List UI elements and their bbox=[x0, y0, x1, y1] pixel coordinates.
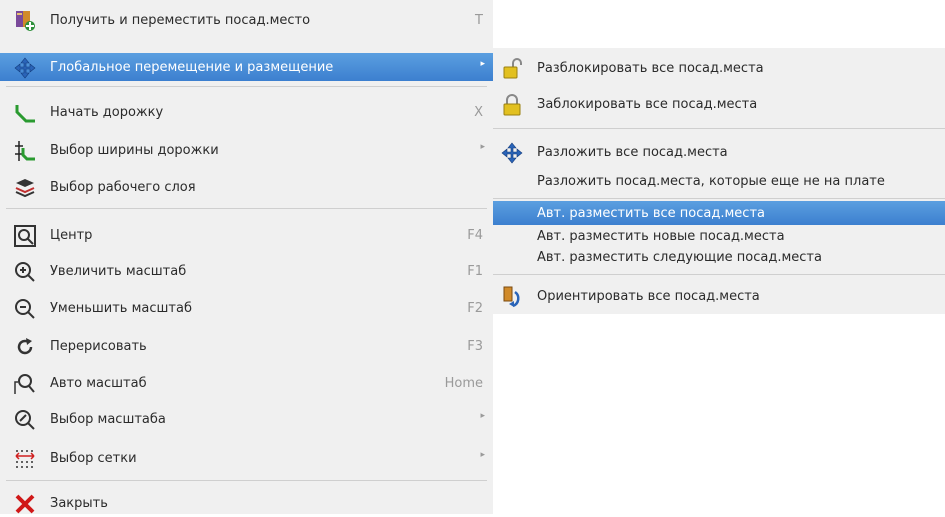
zoom-in-icon bbox=[14, 261, 36, 283]
menu-item-label: Глобальное перемещение и размещение bbox=[50, 60, 334, 75]
menu-item-label: Перерисовать bbox=[50, 339, 147, 354]
redraw-icon bbox=[14, 336, 36, 358]
menu-item-redraw[interactable]: Перерисовать F3 bbox=[0, 332, 493, 360]
orient-icon bbox=[501, 286, 523, 308]
menu-item-start-track[interactable]: Начать дорожку X bbox=[0, 98, 493, 126]
zoom-select-icon bbox=[14, 409, 36, 431]
shortcut-label: F2 bbox=[467, 301, 483, 316]
menu-item-label: Авт. разместить все посад.места bbox=[537, 206, 765, 221]
shortcut-label: F1 bbox=[467, 264, 483, 279]
menu-item-label: Разблокировать все посад.места bbox=[537, 61, 764, 76]
lock-icon bbox=[501, 94, 523, 116]
footprint-move-icon bbox=[14, 10, 36, 32]
submenu-item-unlock-all[interactable]: Разблокировать все посад.места bbox=[493, 54, 945, 82]
menu-item-zoom-out[interactable]: Уменьшить масштаб F2 bbox=[0, 294, 493, 322]
chevron-right-icon: ▸ bbox=[480, 411, 485, 421]
menu-item-label: Заблокировать все посад.места bbox=[537, 97, 758, 112]
move-arrows-icon bbox=[501, 142, 523, 164]
zoom-auto-icon bbox=[14, 373, 36, 395]
menu-item-label: Получить и переместить посад.место bbox=[50, 13, 311, 28]
separator bbox=[493, 128, 945, 129]
chevron-right-icon: ▸ bbox=[480, 142, 485, 152]
submenu-item-lock-all[interactable]: Заблокировать все посад.места bbox=[493, 90, 945, 118]
submenu-item-autoplace-all[interactable]: Авт. разместить все посад.места bbox=[493, 201, 945, 225]
grid-icon bbox=[14, 448, 36, 470]
track-width-icon bbox=[14, 140, 36, 162]
submenu-global-move: Разблокировать все посад.места Заблокиро… bbox=[493, 48, 945, 314]
menu-item-select-layer[interactable]: Выбор рабочего слоя bbox=[0, 173, 493, 201]
shortcut-label: Home bbox=[444, 376, 483, 391]
menu-item-label: Начать дорожку bbox=[50, 105, 164, 120]
menu-item-label: Авт. разместить следующие посад.места bbox=[537, 250, 822, 265]
menu-item-zoom-select[interactable]: Выбор масштаба ▸ bbox=[0, 405, 493, 433]
menu-item-zoom-in[interactable]: Увеличить масштаб F1 bbox=[0, 257, 493, 285]
menu-item-label: Разложить посад.места, которые еще не на… bbox=[537, 174, 885, 189]
separator bbox=[6, 86, 487, 87]
menu-item-label: Уменьшить масштаб bbox=[50, 301, 192, 316]
menu-item-label: Авт. разместить новые посад.места bbox=[537, 229, 785, 244]
unlock-icon bbox=[501, 58, 523, 80]
menu-item-global-move[interactable]: Глобальное перемещение и размещение ▸ bbox=[0, 53, 493, 81]
chevron-right-icon: ▸ bbox=[480, 450, 485, 460]
menu-item-label: Разложить все посад.места bbox=[537, 145, 728, 160]
menu-item-grid-select[interactable]: Выбор сетки ▸ bbox=[0, 444, 493, 472]
menu-item-get-move-footprint[interactable]: Получить и переместить посад.место T bbox=[0, 6, 493, 34]
submenu-item-spread-not-on-board[interactable]: Разложить посад.места, которые еще не на… bbox=[493, 167, 945, 195]
context-menu: Получить и переместить посад.место T Гло… bbox=[0, 0, 493, 514]
move-arrows-icon bbox=[14, 57, 36, 79]
menu-item-auto-zoom[interactable]: Авто масштаб Home bbox=[0, 369, 493, 397]
zoom-center-icon bbox=[14, 225, 36, 247]
menu-item-track-width[interactable]: Выбор ширины дорожки ▸ bbox=[0, 136, 493, 164]
menu-item-label: Центр bbox=[50, 228, 93, 243]
menu-item-label: Выбор рабочего слоя bbox=[50, 180, 196, 195]
separator bbox=[6, 480, 487, 481]
separator bbox=[493, 198, 945, 199]
chevron-right-icon: ▸ bbox=[480, 59, 485, 69]
menu-item-label: Выбор масштаба bbox=[50, 412, 166, 427]
layers-icon bbox=[14, 177, 36, 199]
shortcut-label: F3 bbox=[467, 339, 483, 354]
menu-item-label: Выбор сетки bbox=[50, 451, 137, 466]
shortcut-label: X bbox=[474, 105, 483, 120]
menu-item-label: Авто масштаб bbox=[50, 376, 147, 391]
menu-item-label: Выбор ширины дорожки bbox=[50, 143, 219, 158]
track-icon bbox=[14, 102, 36, 124]
zoom-out-icon bbox=[14, 298, 36, 320]
menu-item-close[interactable]: Закрыть bbox=[0, 489, 493, 517]
menu-item-label: Ориентировать все посад.места bbox=[537, 289, 760, 304]
shortcut-label: T bbox=[475, 13, 483, 28]
close-icon bbox=[14, 493, 36, 515]
menu-item-label: Увеличить масштаб bbox=[50, 264, 187, 279]
submenu-item-orient-all[interactable]: Ориентировать все посад.места bbox=[493, 282, 945, 310]
separator bbox=[493, 274, 945, 275]
shortcut-label: F4 bbox=[467, 228, 483, 243]
submenu-item-spread-all[interactable]: Разложить все посад.места bbox=[493, 138, 945, 166]
separator bbox=[6, 208, 487, 209]
submenu-item-autoplace-next[interactable]: Авт. разместить следующие посад.места bbox=[493, 245, 945, 269]
menu-item-center[interactable]: Центр F4 bbox=[0, 221, 493, 249]
menu-item-label: Закрыть bbox=[50, 496, 108, 511]
